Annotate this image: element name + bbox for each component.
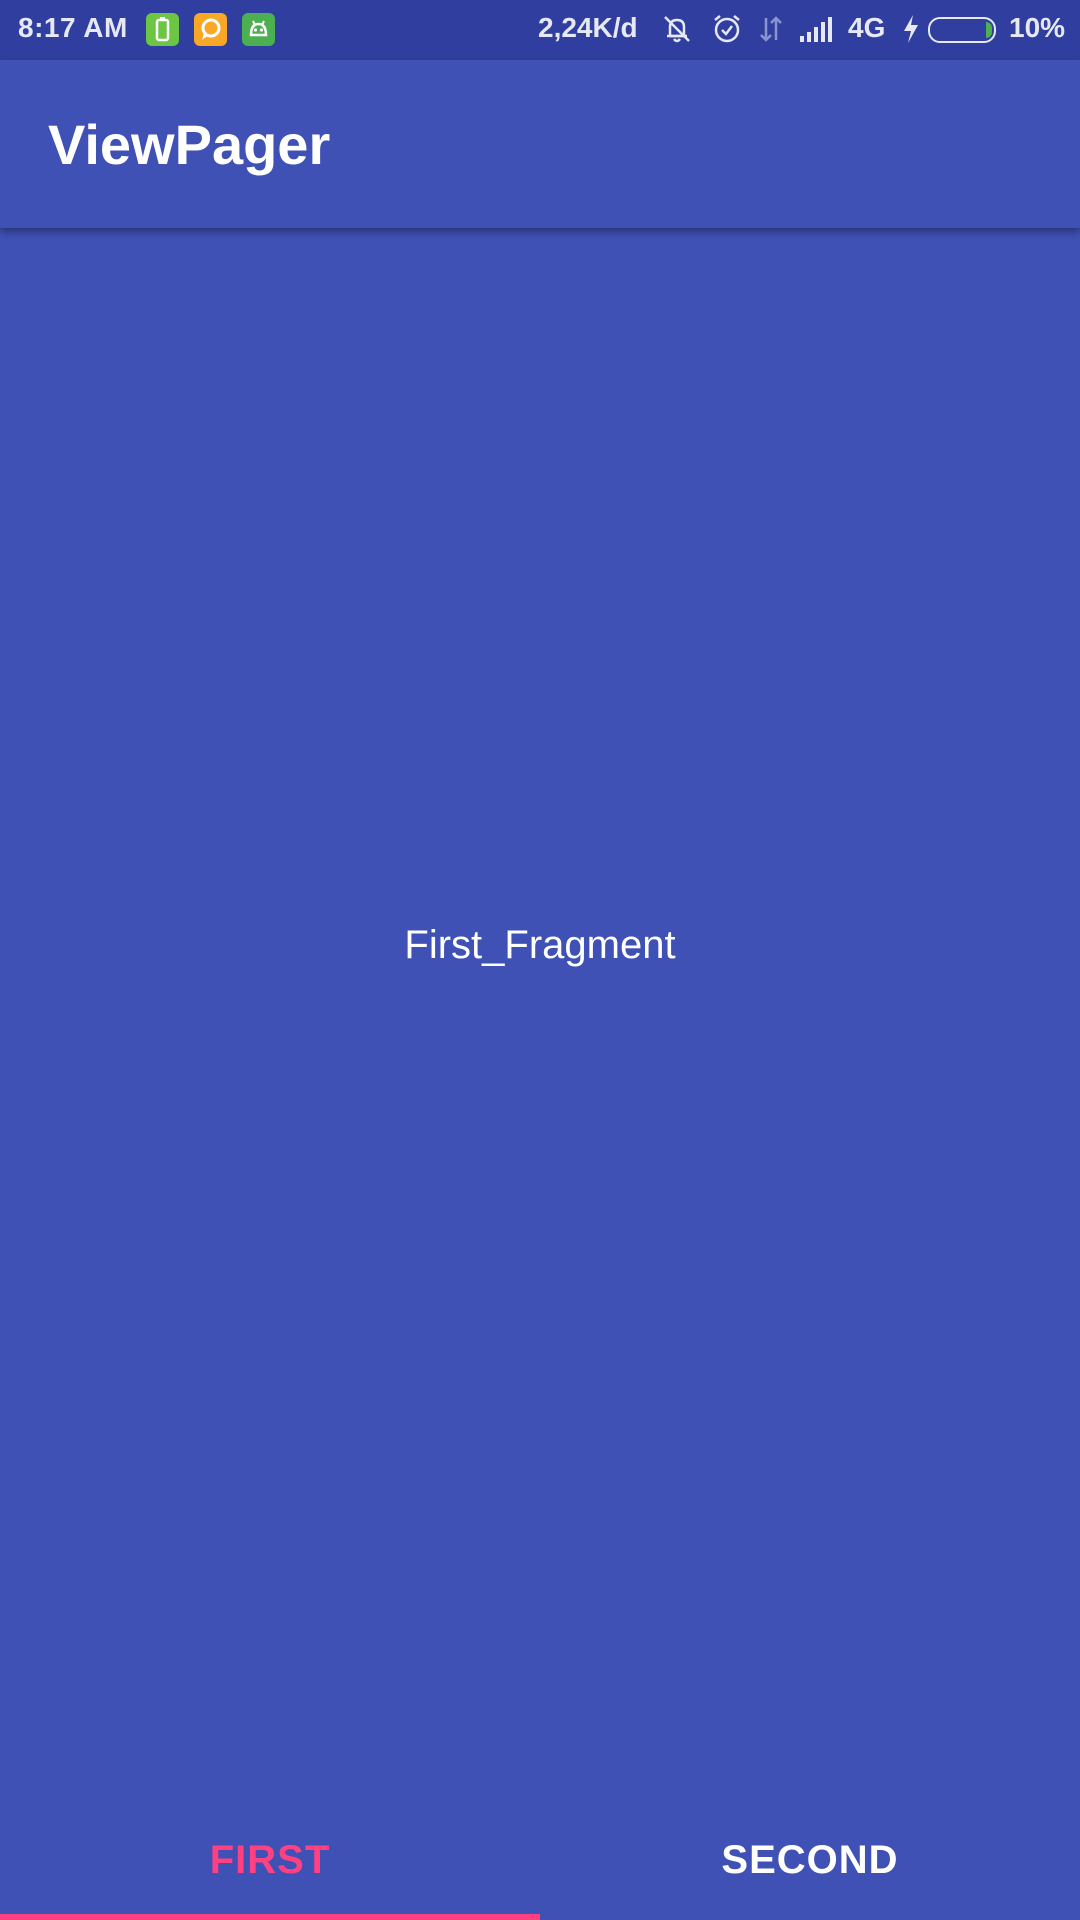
signal-icon <box>798 12 838 53</box>
network-speed: 2,24K/d <box>538 12 638 43</box>
status-bar: 8:17 AM 2,24K/d 4G 10% <box>0 0 1080 60</box>
page-title: ViewPager <box>48 113 331 176</box>
alarm-icon <box>710 12 744 53</box>
tab-indicator <box>0 1914 540 1920</box>
view-pager-content[interactable]: First_Fragment <box>0 228 1080 1800</box>
tab-first[interactable]: FIRST <box>0 1800 540 1920</box>
tab-second[interactable]: SECOND <box>540 1800 1080 1920</box>
bell-muted-icon <box>660 12 694 53</box>
fragment-label: First_Fragment <box>404 923 676 967</box>
app-bar: ViewPager <box>0 60 1080 228</box>
battery-percent: 10% <box>1009 12 1066 43</box>
battery-app-icon <box>146 13 179 46</box>
tab-bar: FIRST SECOND <box>0 1800 1080 1920</box>
battery-level-fill <box>986 22 992 38</box>
status-time: 8:17 AM <box>18 12 128 43</box>
charging-icon <box>900 12 922 53</box>
android-app-icon <box>242 13 275 46</box>
screen: 8:17 AM 2,24K/d 4G 10% ViewPager First_F… <box>0 0 1080 1920</box>
data-arrows-icon <box>758 12 784 53</box>
network-type: 4G <box>848 12 886 43</box>
chat-app-icon <box>194 13 227 46</box>
battery-icon <box>928 17 996 43</box>
